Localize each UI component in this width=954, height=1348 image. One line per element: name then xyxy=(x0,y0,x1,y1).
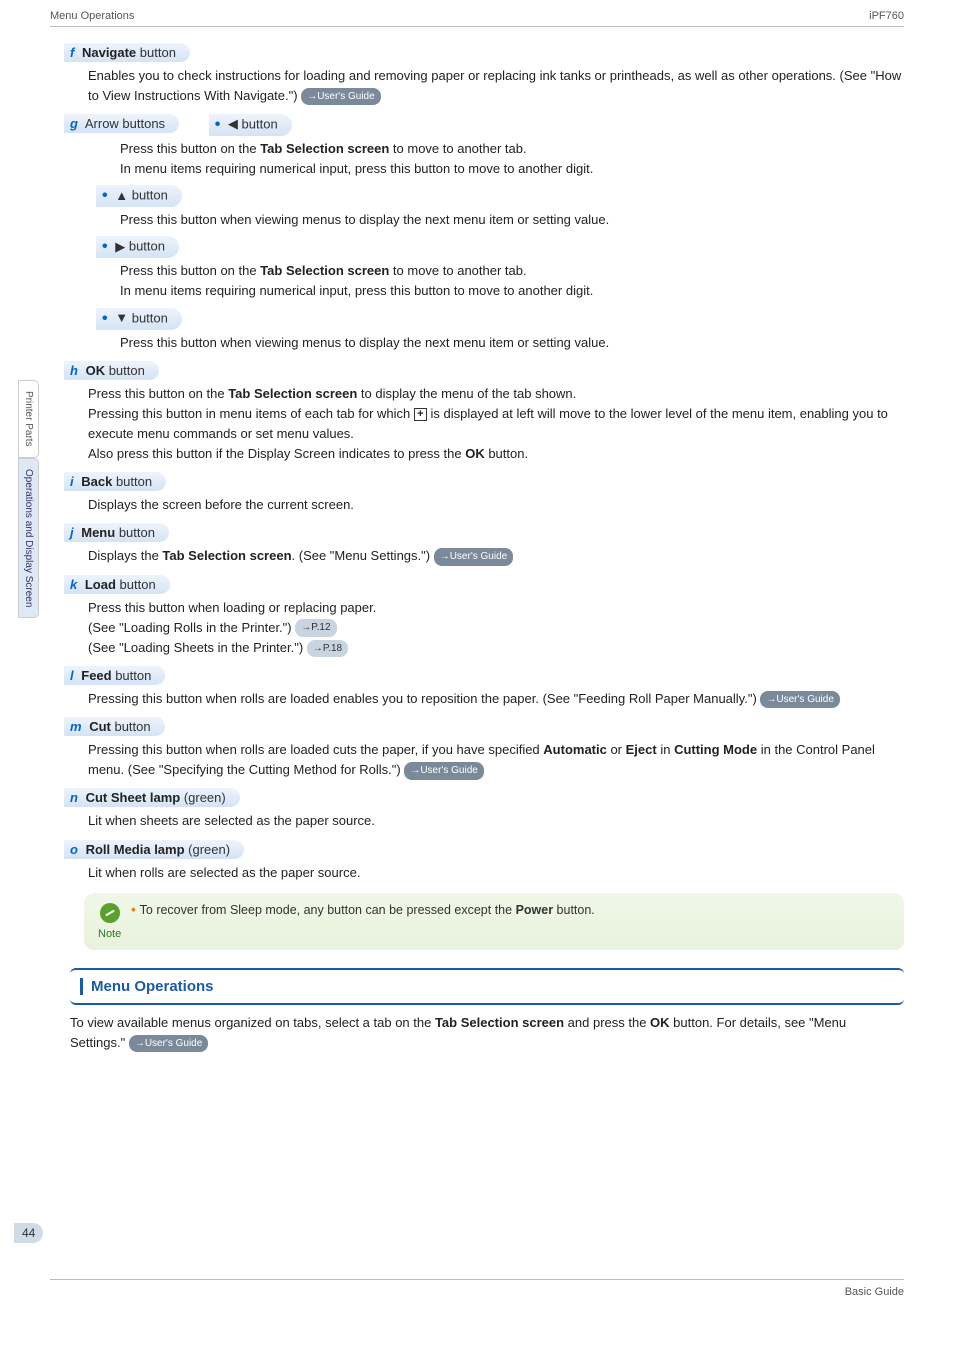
arrow-up-icon: ▲ xyxy=(115,188,128,203)
arrow-left-icon: ◀ xyxy=(228,116,238,132)
bullet-icon: • xyxy=(215,116,221,133)
item-title-bold: Navigate xyxy=(82,45,136,60)
item-m-desc: Pressing this button when rolls are load… xyxy=(88,740,904,780)
side-tab-ops-display[interactable]: Operations and Display Screen xyxy=(18,458,39,618)
item-l-label: l Feed button xyxy=(64,666,165,685)
section-title: Menu Operations xyxy=(80,978,894,995)
page-ref-badge[interactable]: →P.12 xyxy=(295,619,336,637)
item-f-label: f Navigate button xyxy=(64,43,190,62)
item-k-label: k Load button xyxy=(64,575,170,594)
bullet-icon: • xyxy=(102,310,108,327)
sub-left-label: • ◀ button xyxy=(209,114,292,136)
sub-down-desc: Press this button when viewing menus to … xyxy=(120,333,904,353)
note-icon xyxy=(100,903,120,923)
item-j-label: j Menu button xyxy=(64,523,169,542)
item-f-desc: Enables you to check instructions for lo… xyxy=(88,66,904,106)
users-guide-badge[interactable]: →User's Guide xyxy=(434,548,514,566)
note-box: Note •To recover from Sleep mode, any bu… xyxy=(84,893,904,950)
page-number: 44 xyxy=(14,1223,43,1243)
footer-text: Basic Guide xyxy=(50,1279,904,1298)
arrow-down-icon: ▼ xyxy=(115,310,128,325)
item-letter: j xyxy=(70,525,74,540)
users-guide-badge[interactable]: →User's Guide xyxy=(301,88,381,106)
item-i-label: i Back button xyxy=(64,472,166,491)
item-j-desc: Displays the Tab Selection screen. (See … xyxy=(88,546,904,566)
users-guide-badge[interactable]: →User's Guide xyxy=(129,1035,209,1053)
item-title-rest: Arrow buttons xyxy=(85,116,165,131)
sub-right-desc: Press this button on the Tab Selection s… xyxy=(120,261,904,301)
bullet-icon: • xyxy=(102,187,108,204)
sub-up-label: • ▲ button xyxy=(96,185,182,207)
note-text: •To recover from Sleep mode, any button … xyxy=(131,903,595,917)
section-header: Menu Operations xyxy=(70,968,904,1005)
item-letter: g xyxy=(70,116,78,131)
note-label: Note xyxy=(98,928,121,940)
item-h-label: h OK button xyxy=(64,361,159,380)
item-i-desc: Displays the screen before the current s… xyxy=(88,495,904,515)
plus-icon: + xyxy=(414,408,427,421)
item-letter: i xyxy=(70,474,74,489)
item-l-desc: Pressing this button when rolls are load… xyxy=(88,689,904,709)
page-ref-badge[interactable]: →P.18 xyxy=(307,640,348,658)
item-letter: o xyxy=(70,842,78,857)
side-tab-printer-parts[interactable]: Printer Parts xyxy=(18,380,39,458)
users-guide-badge[interactable]: →User's Guide xyxy=(760,691,840,709)
header-right: iPF760 xyxy=(869,10,904,22)
arrow-right-icon: ▶ xyxy=(115,239,125,255)
header-left: Menu Operations xyxy=(50,10,134,22)
item-o-label: o Roll Media lamp (green) xyxy=(64,840,244,859)
item-letter: f xyxy=(70,45,74,60)
item-n-desc: Lit when sheets are selected as the pape… xyxy=(88,811,904,831)
bullet-icon: • xyxy=(102,238,108,255)
item-letter: n xyxy=(70,790,78,805)
item-g-label: g Arrow buttons xyxy=(64,114,179,133)
item-n-label: n Cut Sheet lamp (green) xyxy=(64,788,240,807)
item-letter: k xyxy=(70,577,77,592)
item-letter: m xyxy=(70,719,82,734)
item-o-desc: Lit when rolls are selected as the paper… xyxy=(88,863,904,883)
item-letter: l xyxy=(70,668,74,683)
sub-up-desc: Press this button when viewing menus to … xyxy=(120,210,904,230)
item-h-desc: Press this button on the Tab Selection s… xyxy=(88,384,904,465)
section-body: To view available menus organized on tab… xyxy=(70,1013,904,1053)
item-k-desc: Press this button when loading or replac… xyxy=(88,598,904,658)
sub-right-label: • ▶ button xyxy=(96,236,179,258)
item-m-label: m Cut button xyxy=(64,717,165,736)
users-guide-badge[interactable]: →User's Guide xyxy=(404,762,484,780)
item-letter: h xyxy=(70,363,78,378)
sub-left-desc: Press this button on the Tab Selection s… xyxy=(120,139,904,179)
item-title-rest: button xyxy=(136,45,176,60)
sub-down-label: • ▼ button xyxy=(96,308,182,330)
side-tabs: Printer Parts Operations and Display Scr… xyxy=(18,380,39,618)
